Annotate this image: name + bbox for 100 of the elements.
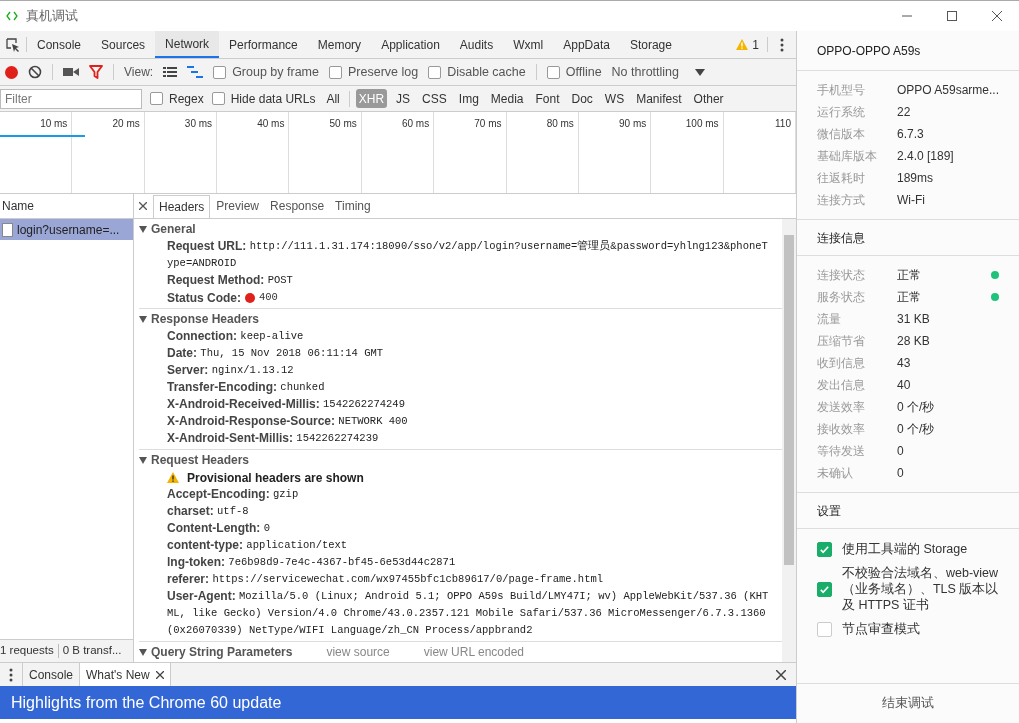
- type-filter[interactable]: Media: [487, 89, 527, 108]
- setting-label: 不校验合法域名、web-view（业务域名）、TLS 版本以及 HTTPS 证书: [841, 565, 999, 613]
- devtools-tab[interactable]: Performance: [219, 31, 308, 58]
- devtools-tab[interactable]: Audits: [449, 31, 504, 58]
- section-title[interactable]: Response Headers: [151, 310, 260, 328]
- expanded-arrow-icon[interactable]: [139, 648, 147, 656]
- filter-icon[interactable]: [89, 65, 103, 79]
- section-title[interactable]: General: [151, 220, 196, 238]
- clear-icon[interactable]: [28, 65, 42, 79]
- view-link[interactable]: view URL encoded: [423, 643, 525, 661]
- more-icon[interactable]: [9, 667, 13, 682]
- checkbox-label: Preserve log: [348, 63, 419, 81]
- devtools-tab[interactable]: Application: [371, 31, 450, 58]
- header-line: Connection: keep-alive: [166, 328, 305, 345]
- more-icon[interactable]: [779, 37, 784, 52]
- devtools-tab[interactable]: Network: [155, 31, 220, 58]
- record-button[interactable]: [5, 65, 18, 79]
- check-icon: [818, 583, 830, 595]
- info-label: 收到信息: [816, 355, 866, 372]
- type-filter[interactable]: Img: [455, 89, 482, 108]
- devtools-tab[interactable]: Console: [27, 31, 92, 58]
- close-icon[interactable]: [155, 670, 164, 679]
- list-view-icon[interactable]: [163, 67, 178, 77]
- filter-field[interactable]: Filter: [0, 88, 142, 109]
- setting-label: 使用工具端的 Storage: [841, 541, 968, 557]
- checkbox[interactable]: [211, 92, 225, 105]
- checkbox[interactable]: [329, 65, 342, 79]
- info-label: 基础库版本: [816, 148, 878, 165]
- expanded-arrow-icon[interactable]: [139, 315, 147, 323]
- time-tick: 30 ms: [184, 117, 213, 131]
- end-debug-button[interactable]: 结束调试: [796, 683, 1019, 721]
- detail-tab[interactable]: Preview: [211, 194, 265, 218]
- devtools-tab[interactable]: Memory: [307, 31, 372, 58]
- detail-tab[interactable]: Timing: [330, 194, 376, 218]
- checkbox-label: Group by frame: [232, 63, 319, 81]
- close-icon: [991, 11, 1002, 21]
- throttling-dropdown[interactable]: No throttling: [611, 62, 705, 82]
- devtools-tab[interactable]: AppData: [553, 31, 620, 58]
- type-filter[interactable]: Manifest: [633, 89, 685, 108]
- devtools-tab[interactable]: Storage: [619, 31, 682, 58]
- info-label: 往返耗时: [816, 170, 866, 187]
- info-value: 6.7.3: [896, 126, 924, 143]
- type-filter[interactable]: Doc: [568, 89, 596, 108]
- checkbox[interactable]: [816, 621, 832, 637]
- section-title[interactable]: Query String Parameters: [151, 643, 293, 661]
- header-line: X-Android-Response-Source: NETWORK 400: [166, 413, 409, 430]
- close-icon[interactable]: [775, 669, 786, 680]
- time-tick: 40 ms: [257, 117, 285, 131]
- header-line: Content-Length: 0: [166, 520, 271, 537]
- warning-icon: [736, 39, 749, 50]
- close-icon[interactable]: [139, 202, 147, 210]
- video-camera-icon[interactable]: [63, 67, 79, 77]
- type-filter[interactable]: Other: [690, 89, 727, 108]
- detail-tab[interactable]: Headers: [153, 194, 211, 218]
- inspect-icon[interactable]: [6, 37, 20, 52]
- type-filter[interactable]: JS: [393, 89, 414, 108]
- info-label: 等待发送: [816, 443, 866, 460]
- view-link[interactable]: view source: [326, 643, 390, 661]
- type-filter[interactable]: All: [323, 89, 343, 108]
- header-line: content-type: application/text: [166, 537, 349, 554]
- setting-label: 节点审查模式: [841, 621, 920, 637]
- checkbox[interactable]: [428, 65, 442, 79]
- warning-text: Provisional headers are shown: [187, 469, 364, 487]
- type-filter[interactable]: Font: [532, 89, 563, 108]
- checkbox[interactable]: [816, 541, 832, 557]
- info-value: OPPO A59sarme...: [896, 82, 999, 99]
- devtools-tab[interactable]: Wxml: [503, 31, 554, 58]
- devtools-tab[interactable]: Sources: [91, 31, 156, 58]
- info-label: 服务状态: [816, 289, 866, 306]
- summary-text: 0 B transf...: [62, 643, 122, 659]
- header-line: lng-token: 7e6b98d9-7e4c-4367-bf45-6e53d44c2871: [166, 554, 457, 571]
- header-line: User-Agent: Mozilla/5.0 (Linux; Android 5.1; OPPO A59s Build/LMY47I; wv) AppleWebKit/537.36 (KHTML, like Gecko) Version/4.0 Chrome/43.0.2357.121 Mobile Safari/537.36 MicroMessenger/6.7.3.1360(0x26070339) NetType/WIFI Language/zh_CN Process/appbrand2: [166, 588, 770, 638]
- header-name: Status Code:: [167, 289, 241, 307]
- checkbox[interactable]: [150, 92, 163, 105]
- info-label: 接收效率: [816, 421, 866, 438]
- section-title[interactable]: Request Headers: [151, 451, 250, 469]
- expanded-arrow-icon[interactable]: [139, 456, 147, 464]
- checkbox[interactable]: [816, 581, 832, 597]
- checkbox[interactable]: [546, 65, 560, 79]
- expanded-arrow-icon[interactable]: [139, 225, 147, 233]
- time-tick: 110: [775, 117, 791, 131]
- detail-tab[interactable]: Response: [265, 194, 330, 218]
- window-title: 真机调试: [26, 7, 78, 26]
- request-row[interactable]: login?username=...: [0, 219, 133, 240]
- info-value: 2.4.0 [189]: [896, 148, 954, 165]
- time-tick: 50 ms: [329, 117, 357, 131]
- header-line: Request URL: http://111.1.31.174:18090/sso/v2/app/login?username=管理员&password=yhlng123&phoneType=ANDROID: [166, 238, 769, 271]
- time-tick: 10 ms: [40, 117, 68, 131]
- checkbox[interactable]: [213, 65, 227, 79]
- type-filter[interactable]: CSS: [419, 89, 450, 108]
- warning-count[interactable]: 1: [752, 35, 759, 54]
- time-tick: 60 ms: [401, 117, 430, 131]
- header-line: Server: nginx/1.13.12: [166, 362, 295, 379]
- drawer-tab[interactable]: What's New: [79, 663, 170, 686]
- scrollbar[interactable]: [781, 219, 796, 662]
- waterfall-icon[interactable]: [187, 66, 204, 78]
- info-value: 28 KB: [896, 333, 931, 350]
- caret-icon: [695, 68, 705, 76]
- banner-title: Highlights from the Chrome 60 update: [11, 692, 282, 713]
- type-filter[interactable]: WS: [601, 89, 628, 108]
